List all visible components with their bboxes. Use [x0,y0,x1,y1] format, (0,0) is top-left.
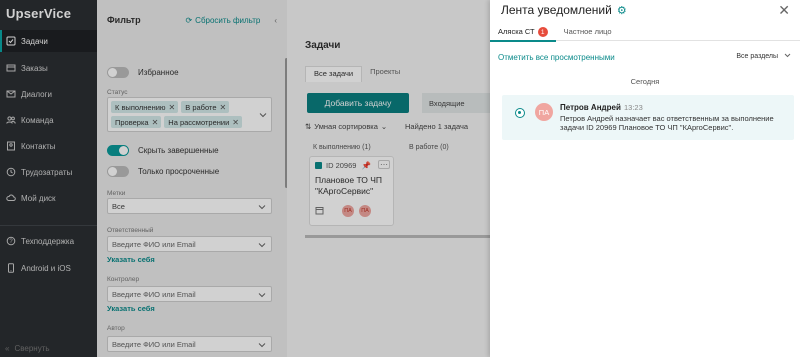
notifications-panel: Лента уведомлений ⚙ ✕ Аляска СТ 1 Частно… [490,0,800,357]
sections-value: Все разделы [736,53,778,60]
mark-all-read-link[interactable]: Отметить все просмотренными [498,53,615,62]
close-icon[interactable]: ✕ [778,2,790,19]
notifications-header: Лента уведомлений ⚙ [501,3,627,17]
tab-label: Аляска СТ [498,27,535,36]
tab-alaska-st[interactable]: Аляска СТ 1 [490,25,556,42]
notifications-tabs: Аляска СТ 1 Частное лицо [490,25,800,42]
tab-private-person[interactable]: Частное лицо [556,25,620,41]
tab-label: Частное лицо [563,27,612,36]
unread-badge: 1 [537,27,548,37]
notifications-title: Лента уведомлений [501,3,612,17]
date-divider: Сегодня [630,77,660,86]
sections-select[interactable]: Все разделы [736,53,791,60]
avatar: ПА [535,103,553,121]
chevron-down-icon [784,53,791,60]
modal-overlay[interactable] [0,0,490,357]
notification-author: Петров Андрей [560,103,621,112]
gear-icon[interactable]: ⚙ [617,4,627,17]
notification-item[interactable]: ПА Петров Андрей 13:23 Петров Андрей наз… [502,95,794,140]
mark-read-radio[interactable] [515,108,525,118]
notification-time: 13:23 [624,103,643,112]
notification-text: Петров Андрей назначает вас ответственны… [560,114,774,133]
